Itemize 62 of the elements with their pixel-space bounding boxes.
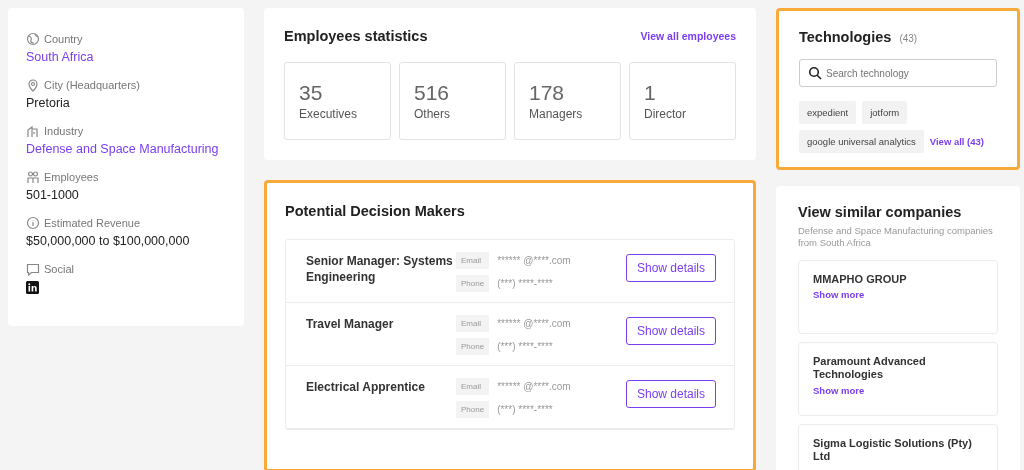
stat-count: 1 xyxy=(644,81,657,105)
show-details-button[interactable]: Show details xyxy=(625,317,716,345)
stat-label: Director xyxy=(644,107,687,121)
view-all-link[interactable]: View all employees xyxy=(640,30,736,42)
field-label: Country xyxy=(44,33,83,45)
people-icon xyxy=(26,170,40,184)
field-label: City (Headquarters) xyxy=(44,79,140,91)
tech-count: (43) xyxy=(899,33,918,44)
show-more-link[interactable]: Show more xyxy=(813,385,983,397)
technology-tag[interactable]: expedient xyxy=(799,101,857,124)
masked-phone: (***) ****-**** xyxy=(497,404,554,415)
search-field[interactable]: Search technology xyxy=(799,59,997,87)
chat-icon xyxy=(26,262,40,276)
building-icon xyxy=(26,124,40,138)
show-details-button[interactable]: Show details xyxy=(625,380,716,408)
stat-count: 516 xyxy=(414,81,451,105)
globe-icon xyxy=(26,32,40,46)
stat-label: Executives xyxy=(299,107,359,121)
email-tag: Email xyxy=(456,252,490,269)
technology-tag[interactable]: jotform xyxy=(862,101,908,124)
job-title: Travel Manager xyxy=(306,316,395,333)
section-title: Potential Decision Makers xyxy=(285,203,466,219)
technology-tag[interactable]: google universal analytics xyxy=(799,130,924,153)
stat-label: Others xyxy=(414,107,451,121)
masked-email: ****** @****.com xyxy=(497,381,572,392)
company-name: MMAPHO GROUP xyxy=(813,272,908,287)
email-tag: Email xyxy=(456,378,490,395)
section-subtitle: Defense and Space Manufacturing companies from South Africa xyxy=(798,225,994,250)
field-value: 501-1000 xyxy=(26,188,80,202)
field-value: Pretoria xyxy=(26,96,71,110)
masked-phone: (***) ****-**** xyxy=(497,278,554,289)
section-title: Employees statistics xyxy=(284,28,428,44)
email-tag: Email xyxy=(456,315,490,332)
show-details-button[interactable]: Show details xyxy=(625,254,716,282)
stat-label: Managers xyxy=(529,107,584,121)
company-name: Sigma Logistic Solutions (Pty) Ltd xyxy=(813,436,973,465)
masked-email: ****** @****.com xyxy=(497,255,572,266)
search-icon xyxy=(808,66,822,80)
section-title: Technologies xyxy=(799,29,892,45)
masked-phone: (***) ****-**** xyxy=(497,341,554,352)
phone-tag: Phone xyxy=(456,338,490,355)
view-all-link[interactable]: View all (43) xyxy=(929,136,984,147)
job-title: Senior Manager: Systems Engineering xyxy=(306,253,454,286)
field-label: Industry xyxy=(44,125,84,137)
section-title: View similar companies xyxy=(798,204,963,220)
field-label: Social xyxy=(44,263,74,275)
stat-count: 178 xyxy=(529,81,566,105)
field-value: $50,000,000 to $100,000,000 xyxy=(26,234,191,248)
field-label: Employees xyxy=(44,171,99,183)
pin-icon xyxy=(26,78,40,92)
phone-tag: Phone xyxy=(456,275,490,292)
job-title: Electrical Apprentice xyxy=(306,379,426,396)
field-label: Estimated Revenue xyxy=(44,217,140,229)
info-icon xyxy=(26,216,40,230)
stat-count: 35 xyxy=(299,81,324,105)
linkedin-icon[interactable] xyxy=(26,281,39,294)
field-link[interactable]: Defense and Space Manufacturing xyxy=(26,142,226,156)
phone-tag: Phone xyxy=(456,401,490,418)
company-name: Paramount Advanced Technologies xyxy=(813,354,927,383)
show-more-link[interactable]: Show more xyxy=(813,289,983,301)
masked-email: ****** @****.com xyxy=(497,318,572,329)
field-link[interactable]: South Africa xyxy=(26,50,226,64)
